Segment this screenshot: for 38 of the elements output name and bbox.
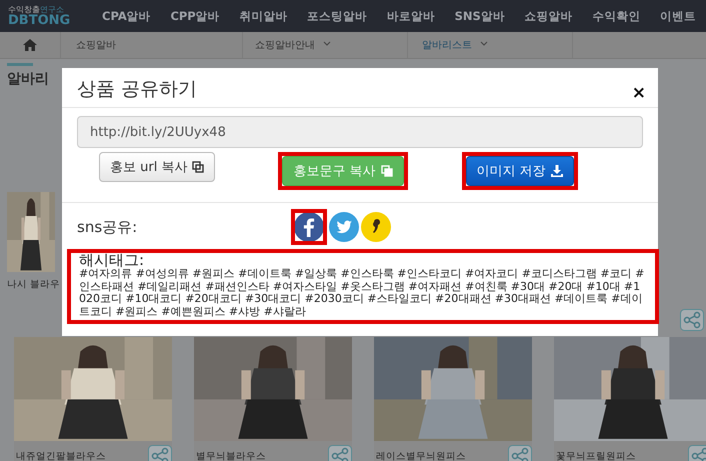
download-icon (550, 165, 563, 177)
nav-item[interactable]: 수익확인 (588, 8, 644, 24)
nav-item[interactable]: SNS알바 (450, 8, 509, 24)
home-icon[interactable] (23, 39, 37, 51)
share-icon[interactable] (680, 309, 704, 331)
close-button[interactable]: × (632, 85, 646, 102)
hashtag-label: 해시태그: (79, 253, 144, 268)
share-icon[interactable] (148, 445, 172, 461)
logo-tagline: 수익창출연구소 (8, 6, 65, 14)
nav-item[interactable]: CPP알바 (166, 8, 224, 24)
sns-label: sns공유: (77, 218, 138, 236)
subnav-item[interactable]: 쇼핑알바 (76, 38, 116, 52)
chevron-down-icon[interactable] (323, 40, 331, 48)
dialog-title: 상품 공유하기 (77, 77, 198, 102)
share-icon[interactable] (508, 445, 532, 461)
copy-button[interactable]: 홍보 url 복사 (99, 152, 216, 182)
product-name: 내쥬얼긴팔블라우스 (16, 450, 106, 461)
product-name: 레이스별무늬원피스 (376, 450, 466, 461)
product-name: 나시 블라우 (7, 278, 62, 291)
copy-icon (192, 161, 204, 173)
share-icon[interactable] (328, 445, 352, 461)
page-title: 알바리 (7, 70, 49, 88)
nav-item[interactable]: CPA알바 (98, 8, 155, 24)
copy-icon (380, 165, 393, 177)
url-field[interactable]: http://bit.ly/2UUyx48 (77, 116, 643, 148)
speech-icon[interactable] (361, 212, 391, 242)
logo[interactable]: DBTONG (8, 14, 98, 26)
product-name: 별무늬블라우스 (196, 450, 266, 461)
nav-item[interactable]: 이벤트 (656, 8, 700, 24)
nav-item[interactable]: 쇼핑알바 (520, 8, 577, 24)
save-image-button[interactable]: 이미지 저장 (466, 156, 574, 186)
hashtag-text: #여자의류 #여성의류 #원피스 #데이트룩 #일상룩 #인스타룩 #인스타코디 #여자코디 #코디스타그램 #코디 #인스타패션 #데일리패션 #패션인스타 #여자스타일 #옷스타그램 #여자패션 #여친룩 #30대 #20대 #10대 #1020코디 #10대코디 #20대코디 #30대코디 #2030코디 #스타일코디 #20대패션 #30대패션 #데이트룩 #데이트코디 #원피스 #예쁜원피스 #샤방 #샤랄라 (79, 268, 646, 318)
chevron-down-icon[interactable] (480, 40, 488, 48)
subnav-item[interactable]: 쇼핑알바안내 (255, 38, 331, 52)
nav-item[interactable]: 바로알바 (382, 8, 439, 24)
nav-item[interactable]: 취미알바 (235, 8, 292, 24)
product-name: 꽃무늬프릴원피스 (556, 450, 636, 461)
nav-item[interactable]: 포스팅알바 (303, 8, 372, 24)
